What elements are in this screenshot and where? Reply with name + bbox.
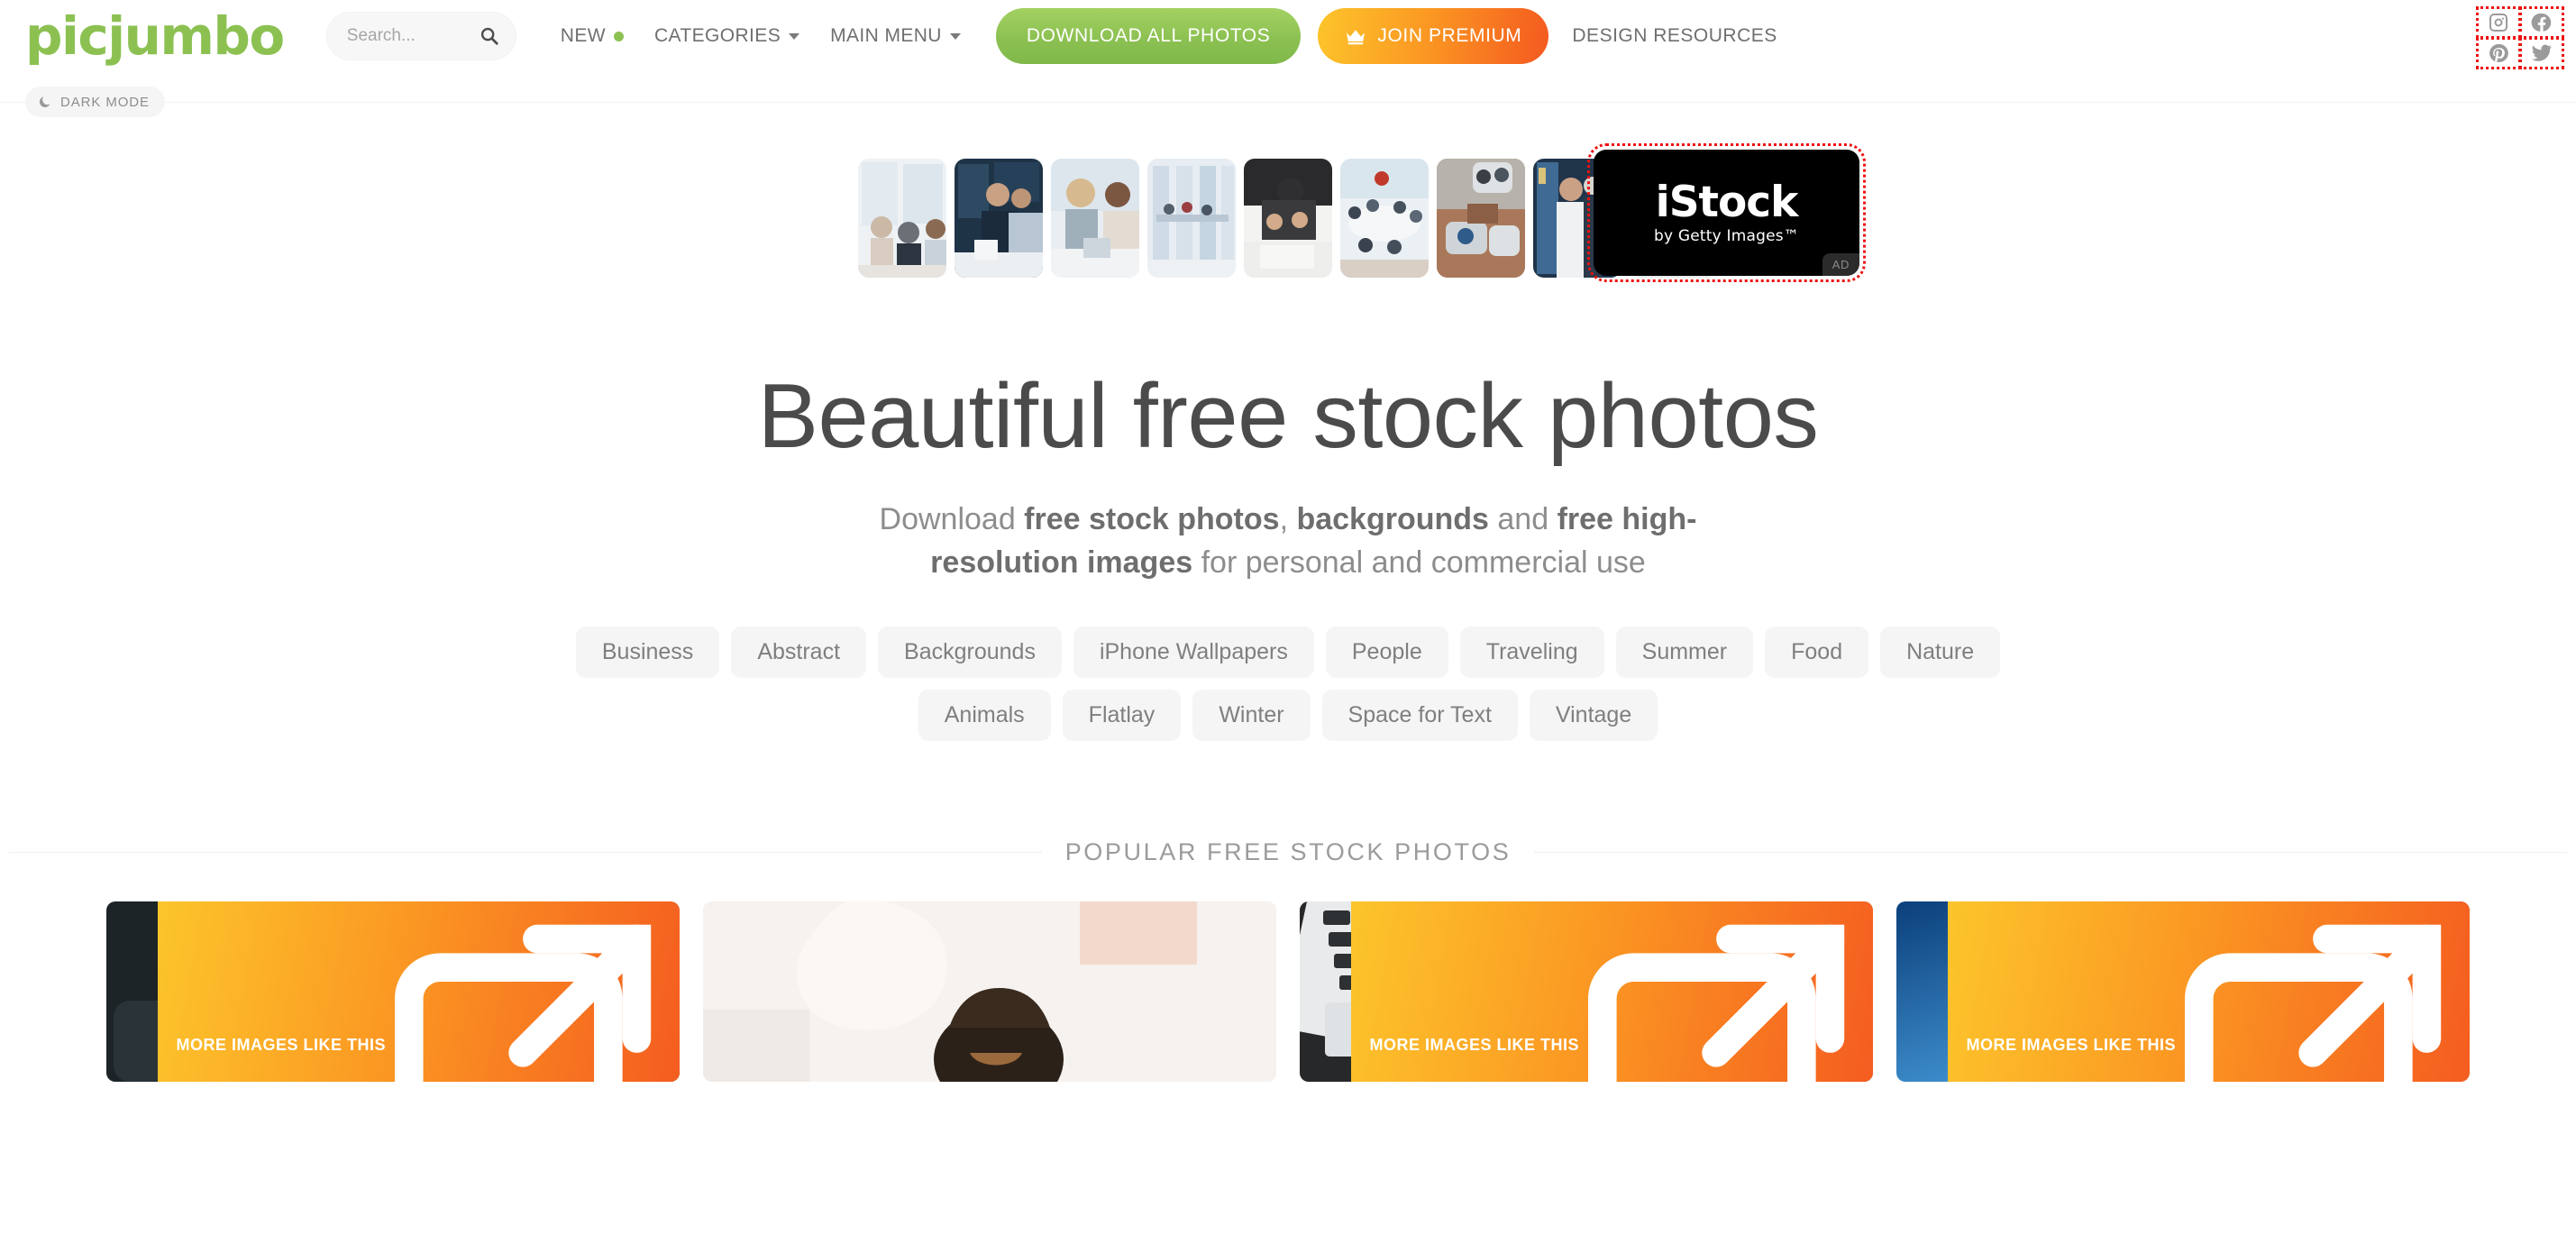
nav-item-main-menu[interactable]: MAIN MENU <box>815 25 976 47</box>
search-bar[interactable] <box>325 12 516 60</box>
category-tag[interactable]: Nature <box>1880 626 2001 678</box>
category-tag[interactable]: Winter <box>1192 689 1311 741</box>
instagram-icon <box>2489 14 2507 32</box>
pinterest-icon <box>2489 43 2508 62</box>
nav-label-categories: CATEGORIES <box>653 25 781 46</box>
chevron-down-icon <box>949 32 961 40</box>
search-icon[interactable] <box>480 26 499 46</box>
thumbnail-item[interactable] <box>955 159 1043 278</box>
social-link-facebook[interactable] <box>2519 6 2564 39</box>
external-link-icon <box>1588 924 1845 1082</box>
category-tag-list: Business Abstract Backgrounds iPhone Wallpa… <box>567 626 2009 741</box>
thumbnail-item[interactable] <box>858 159 946 278</box>
hero-subtitle-bold: free stock photos <box>1024 502 1280 537</box>
istock-ad[interactable]: iStock by Getty Images™ AD <box>1587 143 1866 282</box>
photo-card[interactable]: MORE IMAGES LIKE THIS <box>1896 901 2470 1082</box>
more-images-label: MORE IMAGES LIKE THIS <box>1369 1036 1579 1055</box>
new-dot-icon <box>613 31 624 41</box>
nav-item-categories[interactable]: CATEGORIES <box>639 25 815 47</box>
category-tag[interactable]: Space for Text <box>1321 689 1518 741</box>
main-nav: NEW CATEGORIES MAIN MENU <box>545 25 976 47</box>
category-tag[interactable]: Abstract <box>731 626 867 678</box>
popular-section-label: POPULAR FREE STOCK PHOTOS <box>1064 837 1512 865</box>
hero-subtitle-text: , <box>1279 502 1297 537</box>
external-link-icon <box>395 924 652 1082</box>
page-title: Beautiful free stock photos <box>757 366 1819 467</box>
hero-subtitle-text: for personal and commercial use <box>1192 545 1646 581</box>
moon-icon <box>39 96 50 107</box>
thumbnail-item[interactable] <box>1437 159 1525 278</box>
join-premium-button[interactable]: JOIN PREMIUM <box>1318 8 1549 64</box>
category-tag[interactable]: Summer <box>1615 626 1754 678</box>
nav-item-design-resources[interactable]: DESIGN RESOURCES <box>1572 25 1777 47</box>
social-link-instagram[interactable] <box>2476 6 2521 39</box>
header-divider <box>0 102 2576 103</box>
category-tag[interactable]: Food <box>1765 626 1869 678</box>
social-links <box>2476 6 2564 69</box>
nav-item-new[interactable]: NEW <box>545 25 639 47</box>
featured-thumbnail-strip: iStock by Getty Images™ AD <box>0 143 2576 283</box>
chevron-down-icon <box>789 32 800 40</box>
thumbnail-item[interactable] <box>1051 159 1139 278</box>
photo-card[interactable] <box>703 901 1276 1082</box>
category-tag[interactable]: iPhone Wallpapers <box>1073 626 1314 678</box>
photo-card[interactable]: MORE IMAGES LIKE THIS <box>1300 901 1873 1082</box>
thumbnail-item[interactable] <box>1244 159 1332 278</box>
thumbnail-image <box>955 159 1043 278</box>
hero-section: Beautiful free stock photos Download fre… <box>0 283 2576 741</box>
category-tag[interactable]: People <box>1325 626 1448 678</box>
social-link-pinterest[interactable] <box>2476 37 2521 69</box>
hero-subtitle-bold: backgrounds <box>1296 502 1489 537</box>
crown-icon <box>1347 29 1366 44</box>
category-tag[interactable]: Business <box>575 626 720 678</box>
category-tag[interactable]: Flatlay <box>1062 689 1182 741</box>
dark-mode-toggle[interactable]: DARK MODE <box>25 87 165 117</box>
more-images-badge[interactable]: MORE IMAGES LIKE THIS <box>1948 901 2470 1082</box>
thumbnail-image <box>858 159 946 278</box>
istock-subtitle: by Getty Images™ <box>1654 226 1799 245</box>
thumbnail-row: iStock by Getty Images™ AD <box>858 143 1866 283</box>
category-tag[interactable]: Backgrounds <box>878 626 1062 678</box>
social-link-twitter[interactable] <box>2519 37 2564 69</box>
twitter-icon <box>2532 44 2552 61</box>
category-tag[interactable]: Traveling <box>1459 626 1604 678</box>
nav-label-main-menu: MAIN MENU <box>830 25 942 46</box>
site-logo[interactable]: picjumbo <box>25 10 285 62</box>
thumbnail-image <box>1437 159 1525 278</box>
dark-mode-label: DARK MODE <box>60 94 150 110</box>
hero-subtitle-text: Download <box>879 502 1025 537</box>
site-header: picjumbo NEW CATEGORIES MAIN MENU DOWNLO… <box>0 0 2576 118</box>
hero-subtitle: Download free stock photos, backgrounds … <box>808 498 1768 585</box>
thumbnail-image <box>1244 159 1332 278</box>
category-tag[interactable]: Animals <box>918 689 1051 741</box>
thumbnail-item[interactable] <box>1340 159 1429 278</box>
thumbnail-image <box>1147 159 1236 278</box>
photo-card[interactable]: MORE IMAGES LIKE THIS <box>106 901 680 1082</box>
thumbnail-item[interactable] <box>1147 159 1236 278</box>
download-all-photos-button[interactable]: DOWNLOAD ALL PHOTOS <box>995 8 1302 64</box>
photo-image <box>703 901 1276 1082</box>
search-input[interactable] <box>346 26 480 46</box>
more-images-label: MORE IMAGES LIKE THIS <box>176 1036 386 1055</box>
divider-left <box>9 851 1042 853</box>
facebook-icon <box>2531 13 2552 32</box>
more-images-badge[interactable]: MORE IMAGES LIKE THIS <box>1351 901 1873 1082</box>
nav-label-new: NEW <box>560 25 606 46</box>
popular-section-heading: POPULAR FREE STOCK PHOTOS <box>0 838 2576 866</box>
category-tag[interactable]: Vintage <box>1529 689 1658 741</box>
divider-right <box>1534 851 2568 853</box>
thumbnail-image <box>1340 159 1429 278</box>
hero-subtitle-text: and <box>1488 502 1557 537</box>
more-images-label: MORE IMAGES LIKE THIS <box>1966 1036 2176 1055</box>
popular-photo-grid: MORE IMAGES LIKE THIS MORE IMAGES LIKE T… <box>0 901 2576 1082</box>
thumbnail-image <box>1051 159 1139 278</box>
more-images-badge[interactable]: MORE IMAGES LIKE THIS <box>158 901 680 1082</box>
join-premium-label: JOIN PREMIUM <box>1377 25 1522 46</box>
external-link-icon <box>2185 924 2442 1082</box>
ad-badge: AD <box>1822 253 1859 276</box>
istock-logo-text: iStock <box>1655 177 1799 227</box>
